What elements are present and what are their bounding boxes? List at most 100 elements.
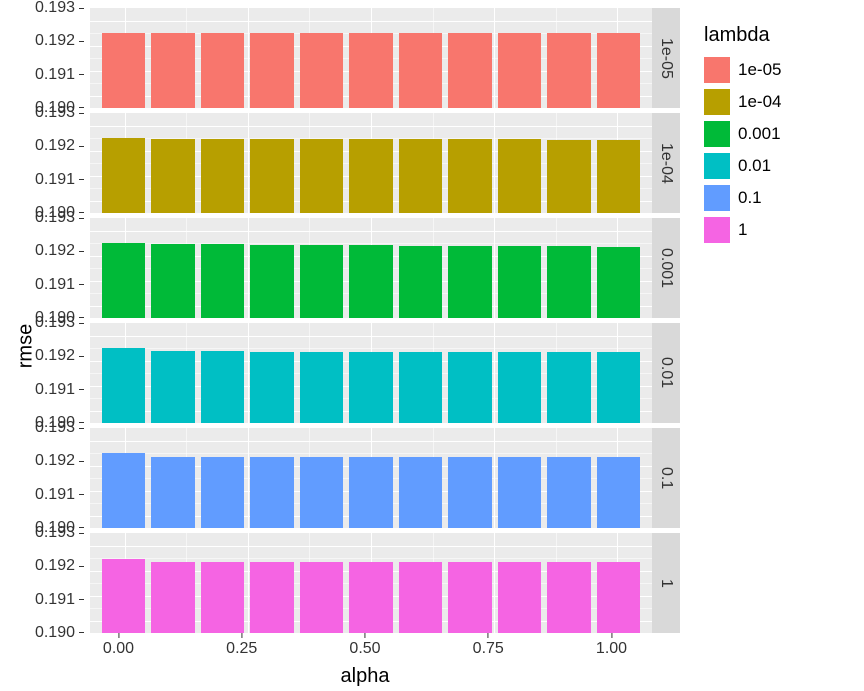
- legend-swatch: [704, 121, 730, 147]
- bars: [90, 113, 652, 213]
- bar: [547, 140, 591, 214]
- facet-row: 0.1930.1920.1910.190 1e-04: [0, 113, 680, 213]
- bar: [498, 139, 542, 213]
- x-axis: 0.00 0.25 0.50 0.75 1.00: [84, 633, 646, 663]
- facet-strip: 0.01: [652, 323, 680, 423]
- legend-title: lambda: [704, 24, 854, 47]
- x-tick-label: 0.25: [226, 640, 257, 658]
- chart: rmse 0.1930.1920.1910.1901e-050.1930.192…: [0, 0, 864, 691]
- legend-swatch: [704, 153, 730, 179]
- legend-swatch: [704, 57, 730, 83]
- bar: [250, 562, 294, 633]
- bar: [151, 33, 195, 108]
- bar: [498, 33, 542, 108]
- bar: [201, 244, 245, 318]
- facet-strip: 0.001: [652, 218, 680, 318]
- bar: [250, 352, 294, 423]
- bar: [102, 243, 146, 318]
- y-axis-ticks: 0.1930.1920.1910.190: [0, 323, 90, 423]
- bar: [399, 457, 443, 528]
- x-tick: 0.75: [473, 633, 504, 658]
- x-tick: 0.50: [349, 633, 380, 658]
- bar: [102, 559, 146, 633]
- legend-item: 0.1: [704, 185, 854, 211]
- facet-strip-label: 0.01: [657, 357, 675, 388]
- bar: [547, 33, 591, 108]
- bars: [90, 218, 652, 318]
- bar: [151, 562, 195, 633]
- bar: [547, 562, 591, 633]
- facet-strip-label: 1e-04: [657, 143, 675, 184]
- facet-strip-label: 0.1: [657, 467, 675, 489]
- legend-item: 0.001: [704, 121, 854, 147]
- x-tick: 0.25: [226, 633, 257, 658]
- legend-label: 0.001: [738, 124, 781, 144]
- bar: [547, 246, 591, 318]
- bar: [151, 139, 195, 214]
- bar: [448, 246, 492, 318]
- bar: [597, 140, 641, 214]
- bar: [250, 457, 294, 528]
- bar: [349, 562, 393, 633]
- facet-strip-label: 1e-05: [657, 38, 675, 79]
- bar: [498, 352, 542, 423]
- bar: [102, 348, 146, 423]
- y-axis-ticks: 0.1930.1920.1910.190: [0, 113, 90, 213]
- bar: [201, 562, 245, 633]
- legend-item: 1e-05: [704, 57, 854, 83]
- facet-strip: 1: [652, 533, 680, 633]
- bar: [498, 457, 542, 528]
- bar: [597, 247, 641, 319]
- bar: [448, 139, 492, 213]
- bar: [300, 562, 344, 633]
- x-tick-label: 0.75: [473, 640, 504, 658]
- bar: [102, 33, 146, 108]
- y-axis-ticks: 0.1930.1920.1910.190: [0, 533, 90, 633]
- facet-panel: [90, 113, 652, 213]
- bar: [300, 352, 344, 423]
- facet-strip-label: 0.001: [657, 248, 675, 288]
- facet-panel: [90, 8, 652, 108]
- bar: [349, 245, 393, 318]
- bar: [300, 245, 344, 318]
- facet-strip: 0.1: [652, 428, 680, 528]
- bar: [399, 246, 443, 319]
- facet-strip: 1e-05: [652, 8, 680, 108]
- bar: [448, 352, 492, 423]
- bar: [498, 246, 542, 318]
- bar: [498, 562, 542, 633]
- facet-strip: 1e-04: [652, 113, 680, 213]
- legend-label: 1: [738, 220, 747, 240]
- bar: [300, 139, 344, 213]
- bar: [349, 352, 393, 423]
- facet-row: 0.1930.1920.1910.190 0.01: [0, 323, 680, 423]
- bar: [349, 139, 393, 213]
- plot-area: 0.1930.1920.1910.190 1e-05 0.1930.1920.191…: [0, 0, 680, 691]
- bar: [399, 352, 443, 423]
- y-axis-ticks: 0.1930.1920.1910.190: [0, 8, 90, 108]
- legend-item: 0.01: [704, 153, 854, 179]
- facet-row: 0.1930.1920.1910.1900.1: [0, 428, 680, 528]
- bar: [151, 351, 195, 424]
- bar: [349, 33, 393, 108]
- legend-label: 1e-04: [738, 92, 781, 112]
- facet-strip-label: 1: [657, 579, 675, 588]
- bar: [597, 33, 641, 108]
- x-tick: 1.00: [596, 633, 627, 658]
- bar: [102, 138, 146, 213]
- bar: [399, 562, 443, 633]
- legend-swatch: [704, 217, 730, 243]
- bar: [250, 139, 294, 213]
- bar: [300, 457, 344, 528]
- bars: [90, 533, 652, 633]
- bar: [399, 139, 443, 213]
- legend-item: 1e-04: [704, 89, 854, 115]
- bar: [102, 453, 146, 528]
- legend-label: 0.1: [738, 188, 762, 208]
- legend-item: 1: [704, 217, 854, 243]
- facet-row: 0.1930.1920.1910.190 1: [0, 533, 680, 633]
- x-axis-label: alpha: [84, 663, 646, 688]
- x-tick-label: 0.00: [103, 640, 134, 658]
- legend: lambda 1e-05 1e-04 0.001 0.01 0.1 1: [680, 0, 854, 691]
- facet-panel: [90, 533, 652, 633]
